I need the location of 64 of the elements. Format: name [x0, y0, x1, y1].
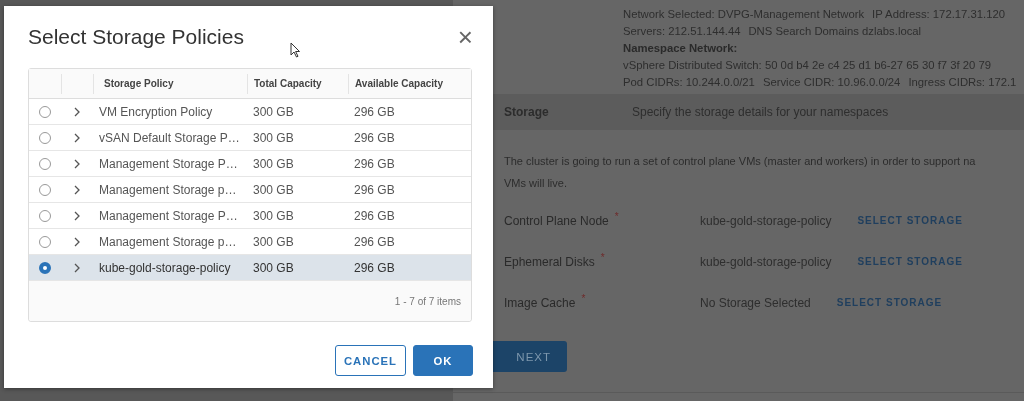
column-header: Storage Policy: [93, 73, 247, 94]
table-cell-text: 300 GB: [252, 156, 295, 171]
table-row[interactable]: vSAN Default Storage P… 300 GB 296 GB: [29, 125, 471, 151]
chevron-icon[interactable]: [74, 158, 80, 169]
table-cell-text: 300 GB: [252, 260, 295, 275]
detail-text: Servers: 212.51.144.44: [623, 24, 741, 37]
required-mark: *: [600, 251, 605, 265]
table-row[interactable]: VM Encryption Policy 300 GB 296 GB: [29, 99, 471, 125]
detail-text: IP Address: 172.17.31.120: [872, 7, 1006, 20]
chevron-icon[interactable]: [74, 132, 80, 143]
table-row[interactable]: Management Storage P… 300 GB 296 GB: [29, 151, 471, 177]
chevron-icon[interactable]: [74, 184, 80, 195]
radio-button[interactable]: [39, 261, 51, 274]
table-cell-text: Management Storage P…: [98, 208, 239, 223]
field-value: No Storage Selected: [700, 295, 811, 310]
radio-button[interactable]: [39, 157, 51, 170]
table-cell-text: 296 GB: [353, 208, 396, 223]
table-cell-text: Management Storage p…: [98, 182, 238, 197]
required-mark: *: [614, 210, 619, 224]
required-mark: *: [581, 292, 586, 306]
table-cell-text: 300 GB: [252, 182, 295, 197]
field-label: Ephemeral Disks: [504, 254, 595, 269]
detail-text: Pod CIDRs: 10.244.0.0/21: [623, 75, 755, 88]
ok-button[interactable]: OK: [413, 345, 473, 376]
radio-button[interactable]: [39, 105, 51, 118]
chevron-icon[interactable]: [74, 236, 80, 247]
field-value: kube-gold-storage-policy: [700, 254, 832, 269]
cancel-button[interactable]: CANCEL: [335, 345, 406, 376]
table-cell-text: VM Encryption Policy: [98, 104, 214, 119]
radio-button[interactable]: [39, 209, 51, 222]
table-cell-text: 296 GB: [353, 260, 396, 275]
table-cell-text: kube-gold-storage-policy: [98, 260, 232, 275]
column-header: Total Capacity: [247, 73, 348, 94]
table-cell-text: 296 GB: [353, 182, 396, 197]
cursor-icon: [290, 42, 300, 58]
item-count: 1 - 7 of 7 items: [394, 295, 461, 307]
table-row[interactable]: Management Storage P… 300 GB 296 GB: [29, 203, 471, 229]
table-cell-text: vSAN Default Storage P…: [98, 130, 241, 145]
close-button[interactable]: ×: [457, 24, 473, 50]
table-cell-text: 300 GB: [252, 234, 295, 249]
table-row[interactable]: Management Storage p… 300 GB 296 GB: [29, 177, 471, 203]
radio-button[interactable]: [39, 235, 51, 248]
table-row[interactable]: kube-gold-storage-policy 300 GB 296 GB: [29, 255, 471, 281]
table-cell-text: 296 GB: [353, 130, 396, 145]
field-label: Control Plane Node: [504, 213, 609, 228]
detail-text: Service CIDR: 10.96.0.0/24: [762, 75, 901, 88]
table-cell-text: 296 GB: [353, 234, 396, 249]
table-cell-text: 296 GB: [353, 104, 396, 119]
table-cell-text: 300 GB: [252, 130, 295, 145]
dialog-title: Select Storage Policies: [28, 25, 244, 49]
chevron-icon[interactable]: [74, 210, 80, 221]
table-cell-text: 300 GB: [252, 104, 295, 119]
column-header: Available Capacity: [348, 73, 469, 94]
section-heading: Namespace Network:: [623, 41, 738, 54]
chevron-icon[interactable]: [74, 262, 80, 273]
radio-button[interactable]: [39, 183, 51, 196]
radio-button[interactable]: [39, 131, 51, 144]
table-cell-text: Management Storage P…: [98, 156, 239, 171]
table-cell-text: 300 GB: [252, 208, 295, 223]
field-label: Image Cache: [504, 295, 576, 310]
chevron-icon[interactable]: [74, 106, 80, 117]
table-cell-text: 296 GB: [353, 156, 396, 171]
field-value: kube-gold-storage-policy: [700, 213, 832, 228]
table-cell-text: Management Storage p…: [98, 234, 238, 249]
